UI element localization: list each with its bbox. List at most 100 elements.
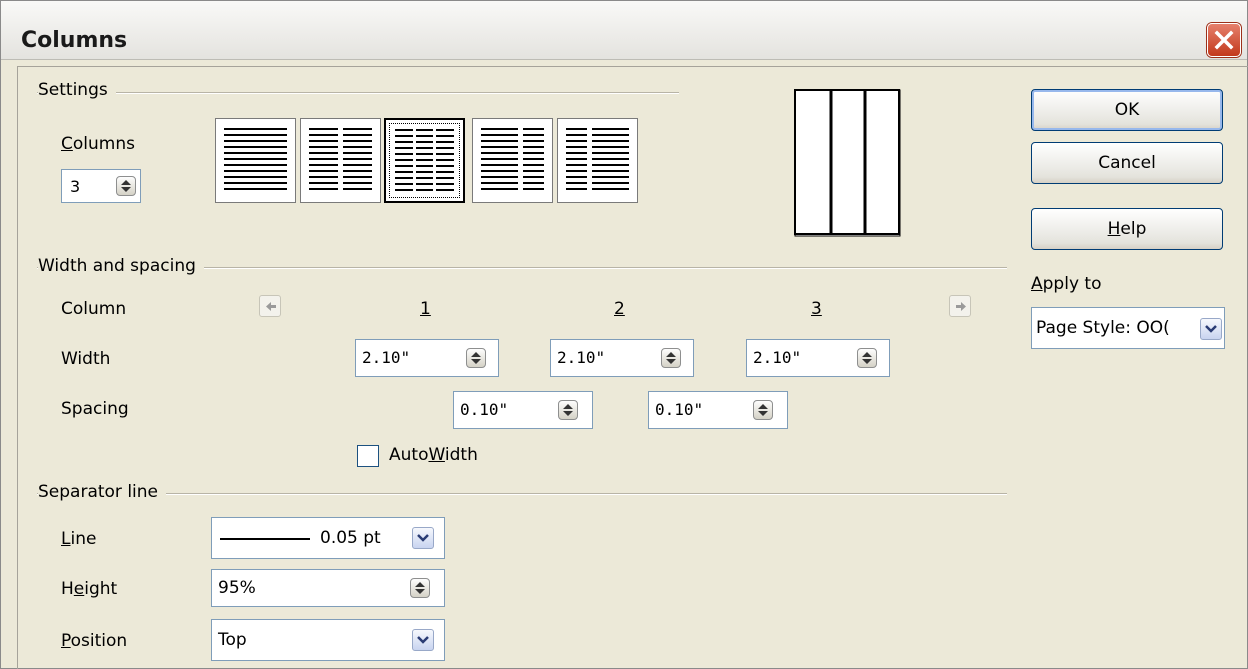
dropdown-arrow-icon [1205,325,1217,333]
help-button[interactable]: Help [1031,208,1223,250]
autowidth-prefix: Auto [389,445,429,465]
spacing-spinner-2[interactable] [753,400,773,420]
width-field-column-2[interactable]: 2.10" [550,339,694,377]
column-preview [794,89,901,237]
help-mnemonic: H [1107,219,1121,239]
line-style-dropdown-button[interactable] [412,527,434,549]
apply-to-select[interactable]: Page Style: OO( [1031,307,1225,349]
height-label: Height [61,579,117,599]
columns-label: Columns [61,134,135,154]
right-arrow-icon [956,302,966,311]
apply-to-label: Apply to [1031,274,1101,294]
dialog-title: Columns [21,28,128,53]
height-spinner[interactable] [410,578,430,598]
columns-count-field[interactable]: 3 [61,169,141,203]
columns-dialog: Columns Settings Columns 3 OK Cancel Hel… [0,0,1248,669]
columns-label-rest: olumns [72,134,135,154]
autowidth-mnemonic: W [428,445,445,465]
spin-icon [563,404,573,416]
three-column-layout-icon [395,129,454,191]
apply-to-dropdown-button[interactable] [1200,318,1222,340]
close-button[interactable] [1207,23,1241,57]
spacing-value-2: 0.10" [655,400,704,419]
position-select[interactable]: Top [211,619,445,661]
width-field-column-3[interactable]: 2.10" [746,339,890,377]
apply-to-rest: pply to [1042,274,1102,294]
column-number-3: 3 [811,299,822,319]
right-large-layout-icon [566,128,629,190]
spacing-row-label: Spacing [61,399,129,419]
width-spinner-column-1[interactable] [466,348,486,368]
cancel-button[interactable]: Cancel [1031,142,1223,184]
spacing-value-1: 0.10" [460,400,509,419]
width-value-column-2: 2.10" [557,348,606,367]
help-label-rest: elp [1120,219,1147,239]
width-spinner-column-3[interactable] [857,348,877,368]
column-scroll-left-button[interactable] [259,295,281,317]
spin-icon [121,180,131,192]
position-mnemonic: P [61,631,71,651]
width-value-column-3: 2.10" [753,348,802,367]
height-mnemonic: e [73,579,85,599]
autowidth-rest: idth [444,445,478,465]
column-number-2: 2 [614,299,625,319]
columns-label-mnemonic: C [61,134,73,154]
height-label-rest: ight [84,579,118,599]
height-value: 95% [218,578,256,598]
column-number-1: 1 [420,299,431,319]
spin-icon [415,582,425,594]
spin-icon [471,352,481,364]
line-style-value: 0.05 pt [320,528,381,548]
position-dropdown-button[interactable] [412,629,434,651]
apply-to-mnemonic: A [1031,274,1043,294]
position-label-rest: osition [70,631,128,651]
autowidth-label: AutoWidth [389,445,478,465]
position-label: Position [61,631,127,651]
layout-preset-2-columns[interactable] [300,118,381,203]
column-row-label: Column [61,299,127,319]
height-prefix: H [61,579,74,599]
width-field-column-1[interactable]: 2.10" [355,339,499,377]
width-spacing-section-label: Width and spacing [38,256,204,276]
two-column-layout-icon [309,128,372,190]
layout-preset-1-column[interactable] [215,118,296,203]
separator-section-label: Separator line [38,482,167,502]
width-spinner-column-2[interactable] [661,348,681,368]
spacing-field-2[interactable]: 0.10" [648,391,788,429]
line-label: Line [61,529,96,549]
ok-button[interactable]: OK [1031,89,1223,131]
layout-preset-left-large[interactable] [472,118,553,203]
column-scroll-right-button[interactable] [949,295,971,317]
dropdown-arrow-icon [417,636,429,644]
separator-divider [37,493,1007,495]
layout-preset-right-large[interactable] [557,118,638,203]
settings-divider [37,92,679,94]
spin-icon [758,404,768,416]
width-value-column-1: 2.10" [362,348,411,367]
spacing-spinner-1[interactable] [558,400,578,420]
columns-count-value: 3 [70,177,81,196]
title-bar[interactable]: Columns [1,1,1247,60]
line-style-select[interactable]: 0.05 pt [211,517,445,559]
dropdown-arrow-icon [417,534,429,542]
columns-count-spinner[interactable] [116,176,136,196]
one-column-layout-icon [224,128,287,190]
settings-section-label: Settings [38,80,116,100]
layout-preset-3-columns[interactable] [384,118,465,203]
column-number-2-text: 2 [614,299,625,319]
close-icon [1214,30,1234,50]
left-large-layout-icon [481,128,544,190]
line-sample [220,538,310,540]
apply-to-value: Page Style: OO( [1036,318,1170,338]
spin-icon [862,352,872,364]
width-row-label: Width [61,349,111,369]
spacing-field-1[interactable]: 0.10" [453,391,593,429]
spin-icon [666,352,676,364]
column-number-3-text: 3 [811,299,822,319]
position-value: Top [218,630,247,650]
height-field[interactable]: 95% [211,569,445,607]
autowidth-checkbox[interactable] [357,445,379,467]
line-label-rest: ine [70,529,97,549]
column-number-1-text: 1 [420,299,431,319]
left-arrow-icon [266,302,276,311]
